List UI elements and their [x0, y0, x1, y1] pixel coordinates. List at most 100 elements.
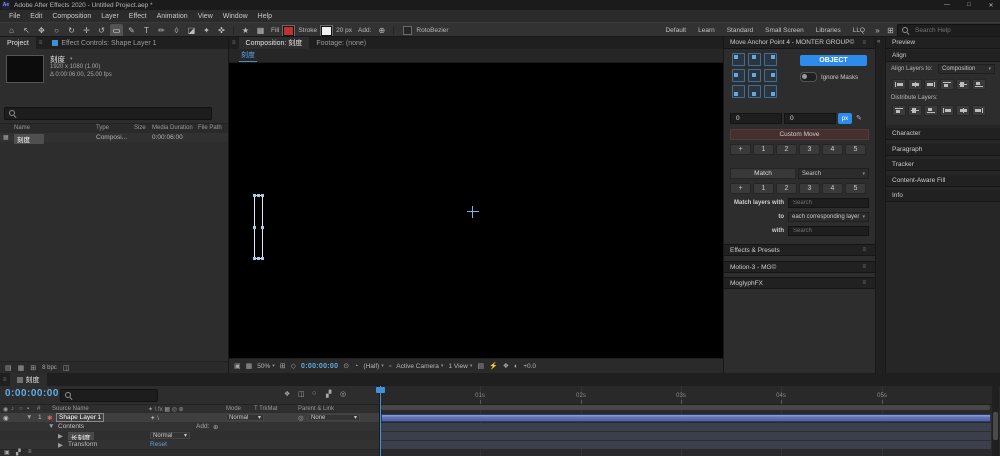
workspace-learn[interactable]: Learn	[692, 27, 721, 34]
distribute-bottom-button[interactable]	[924, 105, 938, 116]
align-top-button[interactable]	[940, 79, 954, 90]
zoom-tool-icon[interactable]: ○	[50, 24, 63, 37]
align-v-center-button[interactable]	[956, 79, 970, 90]
quick-1-button[interactable]: 1	[753, 144, 774, 155]
anchor-center-button[interactable]	[748, 69, 761, 82]
add-shape-property-icon[interactable]: ⊕	[375, 24, 388, 37]
match-4-button[interactable]: 4	[822, 183, 843, 194]
anchor-y-field[interactable]	[784, 113, 836, 124]
camera-dropdown[interactable]: Active Camera ▾	[396, 363, 443, 370]
ignore-masks-toggle[interactable]	[800, 72, 817, 82]
reset-exposure-icon[interactable]: ◐	[514, 363, 518, 370]
more-workspaces-icon[interactable]: »	[871, 24, 884, 37]
expand-layer-switches-icon[interactable]: ▣	[4, 449, 10, 456]
show-channel-icon[interactable]: ◔	[354, 363, 358, 370]
home-tool-icon[interactable]: ⌂	[5, 24, 18, 37]
shape-layer-outline[interactable]	[254, 195, 263, 259]
dock-collapse-strip[interactable]: «	[876, 37, 885, 373]
moglyphfx-panel-header[interactable]: MoglyphFX ≡	[724, 277, 875, 289]
timeline-search-box[interactable]	[60, 389, 158, 402]
draft-3d-icon[interactable]: ◫	[298, 390, 305, 398]
maximize-button[interactable]: □	[958, 0, 980, 10]
match-5-button[interactable]: 5	[845, 183, 866, 194]
type-tool-icon[interactable]: T	[140, 24, 153, 37]
new-folder-icon[interactable]: ▦	[18, 364, 25, 372]
timeline-tab[interactable]: 刻度	[10, 373, 47, 386]
timeline-search-input[interactable]	[76, 391, 153, 400]
layer-visibility-eye-icon[interactable]: ◉	[3, 414, 9, 422]
transform-row[interactable]: ▶ Transform Reset	[0, 440, 379, 450]
distribute-v-center-button[interactable]	[908, 105, 922, 116]
align-right-button[interactable]	[924, 79, 938, 90]
anchor-bottom-left-button[interactable]	[732, 85, 745, 98]
quick-2-button[interactable]: 2	[776, 144, 797, 155]
trkmat-column[interactable]: T TrkMat	[254, 406, 278, 412]
quick-add-button[interactable]: +	[730, 144, 751, 155]
column-file-path[interactable]: File Path	[198, 125, 222, 131]
exposure-value[interactable]: +0.0	[523, 363, 536, 370]
menu-help[interactable]: Help	[253, 13, 277, 20]
menu-file[interactable]: File	[4, 13, 25, 20]
pencil-icon[interactable]: ✎	[856, 114, 862, 122]
timeline-current-time[interactable]: 0:00:00:00	[5, 388, 59, 399]
time-ruler[interactable]: 01s 02s 03s 04s 05s	[379, 386, 992, 405]
unit-badge[interactable]: px	[838, 113, 852, 124]
menu-effect[interactable]: Effect	[124, 13, 152, 20]
puppet-pin-tool-icon[interactable]: ✜	[215, 24, 228, 37]
workspace-grid-icon[interactable]: ⊞	[884, 24, 897, 37]
grid-options-icon[interactable]: ⊞	[280, 362, 286, 370]
stroke-width-value[interactable]: 20 px	[336, 27, 352, 34]
menu-animation[interactable]: Animation	[152, 13, 193, 20]
interpret-footage-icon[interactable]: ▤	[5, 364, 12, 372]
parent-link-column[interactable]: Parent & Link	[298, 406, 334, 412]
tab-footage[interactable]: Footage: (none)	[309, 37, 373, 49]
align-left-button[interactable]	[892, 79, 906, 90]
help-search-input[interactable]	[913, 26, 1000, 35]
match-tab[interactable]: Match	[730, 168, 796, 179]
match-add-button[interactable]: +	[730, 183, 751, 194]
anchor-center-left-button[interactable]	[732, 69, 745, 82]
effects-presets-panel-header[interactable]: Effects & Presets ≡	[724, 244, 875, 256]
distribute-top-button[interactable]	[892, 105, 906, 116]
viewer-lock-icon[interactable]: ▣	[234, 362, 241, 370]
with-search-field[interactable]	[788, 226, 869, 236]
selection-handle[interactable]	[261, 226, 264, 229]
rotation-tool-icon[interactable]: ↺	[95, 24, 108, 37]
align-h-center-button[interactable]	[908, 79, 922, 90]
match-layers-search-field[interactable]	[788, 198, 869, 208]
project-search-box[interactable]	[4, 107, 212, 120]
distribute-right-button[interactable]	[972, 105, 986, 116]
match-3-button[interactable]: 3	[799, 183, 820, 194]
tool-creates-mask-icon[interactable]: ▦	[254, 24, 267, 37]
expand-in-out-icon[interactable]: ≡	[28, 449, 32, 455]
anchor-bottom-right-button[interactable]	[764, 85, 777, 98]
anchor-y-input[interactable]	[788, 114, 832, 123]
with-search-input[interactable]	[791, 227, 866, 235]
transform-reset-link[interactable]: Reset	[150, 441, 167, 448]
comp-current-time[interactable]: 0:00:00:00	[301, 363, 338, 370]
preview-panel-header[interactable]: Preview	[886, 37, 1000, 49]
collapse-dock-icon[interactable]: «	[877, 39, 880, 45]
column-name[interactable]: Name	[14, 125, 30, 131]
new-composition-icon[interactable]: ⊞	[30, 364, 36, 372]
distribute-h-center-button[interactable]	[956, 105, 970, 116]
fill-label[interactable]: Fill	[271, 27, 279, 34]
info-panel-header[interactable]: Info	[886, 190, 1000, 202]
anchor-top-left-button[interactable]	[732, 53, 745, 66]
orbit-camera-tool-icon[interactable]: ↻	[65, 24, 78, 37]
breadcrumb-comp-name[interactable]: 刻度	[239, 49, 257, 62]
align-bottom-button[interactable]	[972, 79, 986, 90]
content-aware-fill-panel-header[interactable]: Content-Aware Fill	[886, 175, 1000, 187]
anchor-x-input[interactable]	[734, 114, 778, 123]
scrollbar-thumb[interactable]	[993, 412, 998, 440]
selection-handle[interactable]	[253, 257, 256, 260]
motion3-panel-header[interactable]: Motion-3 - MG© ≡	[724, 261, 875, 273]
tab-project[interactable]: Project	[0, 37, 36, 49]
work-area-bar[interactable]	[381, 405, 990, 410]
snapshot-icon[interactable]: ⊙	[343, 362, 349, 370]
pen-tool-icon[interactable]: ✎	[125, 24, 138, 37]
mode-column[interactable]: Mode	[226, 406, 241, 412]
pan-behind-tool-icon[interactable]: ✛	[80, 24, 93, 37]
brush-tool-icon[interactable]: ✏	[155, 24, 168, 37]
match-2-button[interactable]: 2	[776, 183, 797, 194]
